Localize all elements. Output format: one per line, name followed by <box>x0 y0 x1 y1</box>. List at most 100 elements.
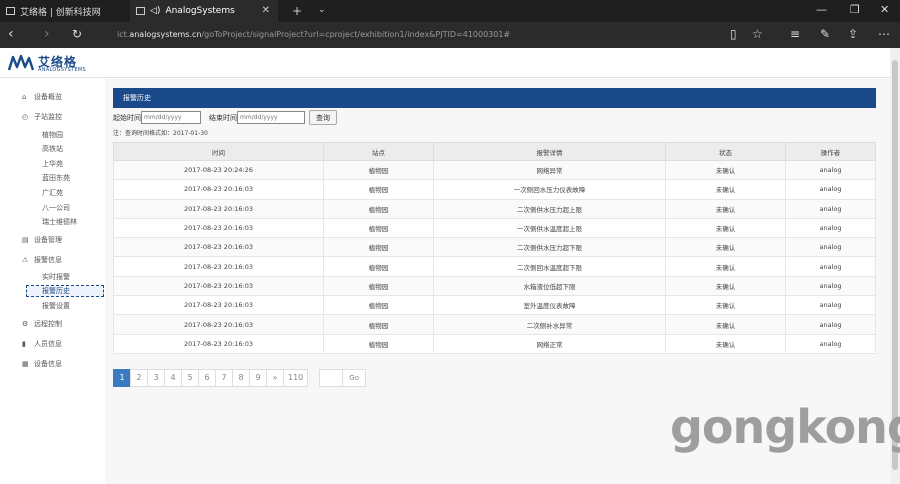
page-jump-input[interactable] <box>319 369 344 387</box>
table-cell: 网络异常 <box>433 159 666 181</box>
table-cell: 未确认 <box>665 159 786 181</box>
sidebar-subitem-station[interactable]: 上华苑 <box>42 159 63 169</box>
sidebar-subitem-station[interactable]: 瑞士维德林 <box>42 217 77 227</box>
page-button[interactable]: 9 <box>249 369 267 387</box>
start-date-input[interactable] <box>141 111 201 124</box>
sidebar-item-label: 远程控制 <box>34 320 62 328</box>
query-button[interactable]: 查询 <box>309 110 337 125</box>
table-cell: 二次侧供水压力超上限 <box>433 198 666 219</box>
favorite-star-icon[interactable]: ☆ <box>752 27 763 41</box>
table-cell: 植物园 <box>323 198 434 219</box>
url-prefix: ict. <box>117 30 130 39</box>
close-tab-icon[interactable]: ✕ <box>262 5 270 16</box>
share-icon[interactable]: ⇪ <box>848 27 858 41</box>
table-cell: 室外温度仪表故障 <box>433 295 666 316</box>
table-row: 2017-08-23 20:16:03 植物园 水箱液位低超下限 未确认 analog <box>113 275 876 297</box>
sidebar-subitem-alarm-history[interactable]: 报警历史 <box>26 285 104 297</box>
sidebar-subitem-station[interactable]: 八一公司 <box>42 203 70 213</box>
sidebar-item-overview[interactable]: ⌂ 设备概览 <box>22 92 62 102</box>
table-cell: 2017-08-23 20:16:03 <box>113 295 324 316</box>
end-date-input[interactable] <box>237 111 305 124</box>
web-note-icon[interactable]: ✎ <box>820 27 830 41</box>
alarm-history-table: 时间 站点 报警详情 状态 操作者 2017-08-23 20:24:26 植物园… <box>113 142 876 354</box>
page-button[interactable]: 7 <box>215 369 233 387</box>
page-button[interactable]: 3 <box>147 369 165 387</box>
more-icon[interactable]: ⋯ <box>878 27 890 41</box>
folder-icon: ▤ <box>22 235 29 244</box>
tab-list-chevron-icon[interactable]: ⌄ <box>318 5 326 15</box>
refresh-icon[interactable]: ↻ <box>72 27 82 41</box>
table-row: 2017-08-23 20:16:03 植物园 二次侧供水压力超下限 未确认 analo… <box>113 237 876 258</box>
sidebar-item-alarm-info[interactable]: ⚠ 报警信息 <box>22 255 62 265</box>
warning-icon: ⚠ <box>22 255 29 264</box>
table-cell: analog <box>785 295 876 316</box>
page-button[interactable]: 110 <box>283 369 309 387</box>
tab-sound-icon[interactable]: ◁) <box>150 6 160 16</box>
column-header: 操作者 <box>785 142 876 161</box>
table-row: 2017-08-23 20:16:03 植物园 一次侧供水温度超上限 未确认 analo… <box>113 217 876 239</box>
table-cell: analog <box>785 198 876 219</box>
table-cell: 未确认 <box>665 333 786 354</box>
sidebar-subitem-station[interactable]: 广汇苑 <box>42 188 63 198</box>
table-cell: 未确认 <box>665 237 786 258</box>
page-button[interactable]: 1 <box>113 369 131 387</box>
sidebar-item-personnel[interactable]: ▮ 人员信息 <box>22 339 62 349</box>
page-button[interactable]: 5 <box>181 369 199 387</box>
table-cell: analog <box>785 333 876 354</box>
minimize-icon[interactable]: — <box>816 3 827 16</box>
sidebar-item-substation-monitor[interactable]: ◴ 子站监控 <box>22 112 62 122</box>
sidebar-subitem-station[interactable]: 植物园 <box>42 130 63 140</box>
table-row: 2017-08-23 20:24:26 植物园 网络异常 未确认 analog <box>113 159 876 181</box>
watermark: gongkong <box>670 400 900 454</box>
table-cell: 未确认 <box>665 275 786 297</box>
sidebar-subitem-alarm-settings[interactable]: 报警设置 <box>42 301 70 311</box>
table-cell: 未确认 <box>665 314 786 335</box>
forward-icon[interactable]: › <box>44 26 50 42</box>
app-header: 艾络格 ANALOGSYSTEMS <box>0 48 890 78</box>
browser-tab-2[interactable]: ◁) AnalogSystems ✕ <box>130 0 278 22</box>
sidebar-item-device-management[interactable]: ▤ 设备管理 <box>22 235 62 245</box>
table-header-row: 时间 站点 报警详情 状态 操作者 <box>113 142 876 161</box>
close-window-icon[interactable]: ✕ <box>880 3 889 16</box>
sidebar-item-label: 报警信息 <box>34 256 62 264</box>
sidebar-subitem-realtime-alarm[interactable]: 实时报警 <box>42 272 70 282</box>
go-button[interactable]: Go <box>342 369 366 387</box>
start-time-label: 起始时间 <box>113 113 141 122</box>
browser-tab-1[interactable]: 艾络格 | 创新科技网 <box>0 0 128 22</box>
sidebar-item-remote-control[interactable]: ⚙ 远程控制 <box>22 319 62 329</box>
page-button[interactable]: 6 <box>198 369 216 387</box>
table-row: 2017-08-23 20:16:03 植物园 一次侧回水压力仪表故障 未确认 anal… <box>113 179 876 200</box>
table-cell: 植物园 <box>323 314 434 335</box>
url-field[interactable]: ict.analogsystems.cn/goToProject/signalP… <box>117 30 510 39</box>
new-tab-icon[interactable]: + <box>292 4 302 18</box>
page-button[interactable]: 2 <box>130 369 148 387</box>
column-header: 报警详情 <box>433 142 666 161</box>
list-icon: ▦ <box>22 359 29 368</box>
browser-tab-bar: 艾络格 | 创新科技网 ◁) AnalogSystems ✕ + ⌄ — ❐ ✕ <box>0 0 900 22</box>
end-time-label: 结束时间 <box>209 113 237 122</box>
page-button[interactable]: 8 <box>232 369 250 387</box>
table-cell: 2017-08-23 20:16:03 <box>113 198 324 219</box>
table-cell: 2017-08-23 20:16:03 <box>113 333 324 354</box>
restore-icon[interactable]: ❐ <box>850 3 860 16</box>
sidebar-subitem-station[interactable]: 蓝田东苑 <box>42 173 70 183</box>
column-header: 状态 <box>665 142 786 161</box>
sidebar-item-device-info[interactable]: ▦ 设备信息 <box>22 359 62 369</box>
home-icon: ⌂ <box>22 92 27 101</box>
sidebar-subitem-station[interactable]: 高铁站 <box>42 144 63 154</box>
next-page-button[interactable]: » <box>266 369 284 387</box>
column-header: 时间 <box>113 142 324 161</box>
table-cell: 二次侧供水压力超下限 <box>433 237 666 258</box>
company-logo-icon <box>8 54 34 71</box>
hub-icon[interactable]: ≡ <box>790 27 800 41</box>
table-cell: 水箱液位低超下限 <box>433 275 666 297</box>
back-icon[interactable]: ‹ <box>8 26 14 42</box>
sidebar-item-label: 人员信息 <box>34 340 62 348</box>
table-row: 2017-08-23 20:16:03 植物园 网络正常 未确认 analog <box>113 333 876 354</box>
tab-page-icon <box>6 7 15 15</box>
reading-view-icon[interactable]: ▯ <box>730 27 737 41</box>
table-cell: 未确认 <box>665 295 786 316</box>
tab-page-icon <box>136 7 145 15</box>
page-button[interactable]: 4 <box>164 369 182 387</box>
table-cell: 植物园 <box>323 159 434 181</box>
